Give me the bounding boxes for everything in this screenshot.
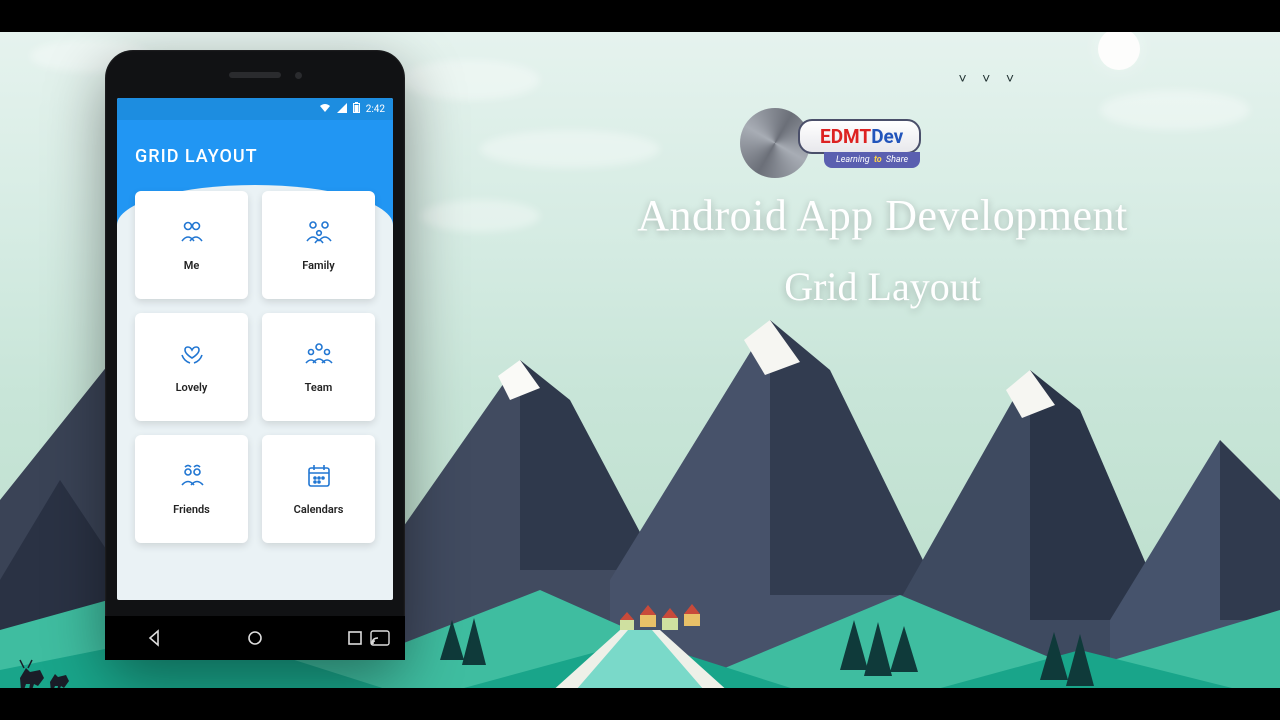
letterbox-bottom: [0, 688, 1280, 720]
family-icon: [304, 219, 334, 251]
lovely-icon: [178, 341, 206, 373]
home-button[interactable]: [244, 627, 266, 649]
logo-tagline: Learning to Share: [824, 152, 920, 168]
header-title: GRID LAYOUT: [135, 146, 258, 167]
letterbox-top: [0, 0, 1280, 32]
card-calendars[interactable]: Calendars: [262, 435, 375, 543]
signal-icon: [337, 103, 347, 116]
logo-brand-accent: Dev: [871, 125, 903, 148]
promo-title-line2: Grid Layout: [545, 263, 1220, 310]
card-friends[interactable]: Friends: [135, 435, 248, 543]
card-family[interactable]: Family: [262, 191, 375, 299]
back-button[interactable]: [144, 627, 166, 649]
card-label: Calendars: [294, 503, 344, 516]
card-team[interactable]: Team: [262, 313, 375, 421]
birds-decoration: ˅ ˅ ˅: [959, 70, 1020, 87]
edmtdev-logo: EDMTDev Learning to Share: [740, 108, 921, 178]
phone-screen: 2:42 GRID LAYOUT Me Family: [117, 98, 393, 600]
cast-button[interactable]: [369, 627, 391, 649]
card-me[interactable]: Me: [135, 191, 248, 299]
android-navbar: [105, 616, 405, 660]
tagline-post: Share: [886, 155, 908, 165]
logo-brand: EDMTDev: [798, 119, 921, 154]
status-bar: 2:42: [117, 98, 393, 120]
promo-title-line1: Android App Development: [545, 190, 1220, 241]
logo-brand-main: EDMT: [820, 125, 871, 148]
status-time: 2:42: [366, 104, 385, 115]
calendars-icon: [306, 463, 332, 495]
phone-camera: [295, 72, 302, 79]
me-icon: [178, 219, 206, 251]
recent-button[interactable]: [344, 627, 366, 649]
card-label: Friends: [173, 503, 210, 516]
tagline-pre: Learning: [836, 155, 870, 165]
phone-speaker: [229, 72, 281, 78]
team-icon: [304, 341, 334, 373]
card-label: Family: [302, 259, 335, 272]
wifi-icon: [319, 103, 331, 116]
promo-title-block: Android App Development Grid Layout: [545, 190, 1220, 310]
tagline-mid: to: [874, 155, 882, 165]
card-lovely[interactable]: Lovely: [135, 313, 248, 421]
card-label: Team: [305, 381, 333, 394]
card-grid: Me Family Lovely Team: [117, 191, 393, 543]
phone-frame: 2:42 GRID LAYOUT Me Family: [105, 50, 405, 660]
friends-icon: [178, 463, 206, 495]
card-label: Me: [184, 259, 200, 272]
card-label: Lovely: [176, 381, 208, 394]
battery-icon: [353, 102, 360, 116]
